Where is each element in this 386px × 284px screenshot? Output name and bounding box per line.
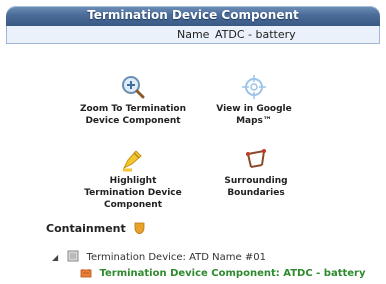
highlighter-pen-icon [122, 150, 142, 172]
tree-item-parent[interactable]: ◢ Termination Device: ATD Name #01 [52, 250, 266, 263]
tree-item-child[interactable]: Termination Device Component: ATDC - bat… [80, 268, 365, 279]
name-label: Name [177, 28, 210, 41]
name-value: ATDC - battery [215, 28, 296, 41]
magnifier-zoom-icon [122, 76, 145, 99]
containment-label: Containment [46, 222, 126, 235]
surrounding-boundaries-label: Surrounding Boundaries [224, 176, 288, 198]
highlight-component-label: Highlight Termination Device Component [84, 176, 182, 210]
device-icon [67, 250, 79, 262]
expand-triangle-icon[interactable]: ◢ [52, 253, 58, 262]
view-in-google-maps-button[interactable]: View in Google Maps™ [204, 74, 304, 127]
shield-icon [134, 222, 145, 234]
tree-child-label: Termination Device Component: ATDC - bat… [99, 268, 366, 279]
zoom-to-component-label: Zoom To Termination Device Component [79, 104, 187, 126]
containment-heading: Containment [46, 222, 145, 235]
view-in-google-maps-label: View in Google Maps™ [216, 104, 292, 126]
tree-parent-label: Termination Device: ATD Name #01 [86, 252, 266, 263]
crosshair-target-icon [242, 75, 266, 99]
panel-title: Termination Device Component [87, 8, 299, 22]
name-row: Name ATDC - battery [6, 26, 380, 44]
panel-title-bar: Termination Device Component [6, 6, 380, 26]
boundary-frame-icon [246, 149, 266, 168]
component-icon [80, 269, 92, 278]
highlight-component-button[interactable]: Highlight Termination Device Component [78, 146, 188, 211]
surrounding-boundaries-button[interactable]: Surrounding Boundaries [204, 146, 308, 199]
zoom-to-component-button[interactable]: Zoom To Termination Device Component [78, 74, 188, 127]
